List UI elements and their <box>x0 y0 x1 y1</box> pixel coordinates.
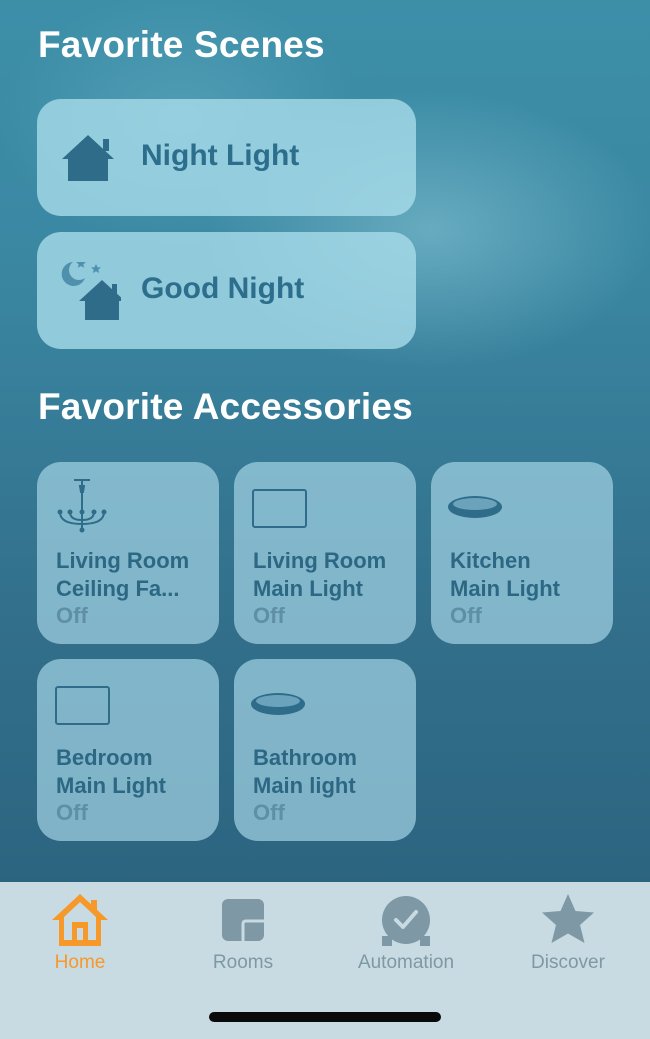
accessory-bathroom-main-light-tile[interactable]: Bathroom Main light Off <box>234 659 416 841</box>
tab-label: Rooms <box>212 952 274 973</box>
scene-label: Good Night <box>141 272 305 305</box>
house-icon <box>62 135 114 181</box>
accessory-living-room-main-light-tile[interactable]: Living Room Main Light Off <box>234 462 416 644</box>
accessory-status: Off <box>56 603 88 628</box>
tab-label: Discover <box>531 952 605 973</box>
accessory-status: Off <box>253 800 285 825</box>
accessory-name: Bathroom Main light <box>253 745 357 798</box>
rooms-icon <box>222 899 264 941</box>
panel-light-icon <box>55 686 110 725</box>
tab-label: Home <box>54 952 106 973</box>
panel-light-icon <box>252 489 307 528</box>
scenes-section-title: Favorite Scenes <box>38 24 325 65</box>
tab-label: Automation <box>357 952 455 973</box>
chandelier-icon <box>57 479 107 533</box>
accessory-name: Living Room Main Light <box>253 548 387 601</box>
scene-night-light-tile[interactable]: Night Light <box>37 99 416 216</box>
scene-good-night-tile[interactable]: Good Night <box>37 232 416 349</box>
accessory-status: Off <box>450 603 482 628</box>
tab-discover[interactable]: Discover <box>493 890 643 980</box>
scene-label: Night Light <box>141 139 300 172</box>
accessory-name: Bedroom Main Light <box>56 745 166 798</box>
accessory-status: Off <box>253 603 285 628</box>
tab-automation[interactable]: Automation <box>331 890 481 980</box>
accessory-kitchen-main-light-tile[interactable]: Kitchen Main Light Off <box>431 462 613 644</box>
accessory-status: Off <box>56 800 88 825</box>
tab-home[interactable]: Home <box>5 890 155 980</box>
star-icon <box>542 894 594 943</box>
moon-stars-house-icon <box>61 262 121 320</box>
accessory-name: Kitchen Main Light <box>450 548 560 601</box>
accessory-living-room-ceiling-fan-tile[interactable]: Living Room Ceiling Fa... Off <box>37 462 219 644</box>
tab-rooms[interactable]: Rooms <box>168 890 318 980</box>
accessory-name: Living Room Ceiling Fa... <box>56 548 190 601</box>
accessories-section-title: Favorite Accessories <box>38 386 413 427</box>
ceiling-light-icon <box>251 693 305 715</box>
home-icon <box>52 894 108 946</box>
clock-icon <box>382 896 430 946</box>
accessory-bedroom-main-light-tile[interactable]: Bedroom Main Light Off <box>37 659 219 841</box>
ceiling-light-icon <box>448 496 502 518</box>
home-indicator[interactable] <box>209 1012 441 1022</box>
